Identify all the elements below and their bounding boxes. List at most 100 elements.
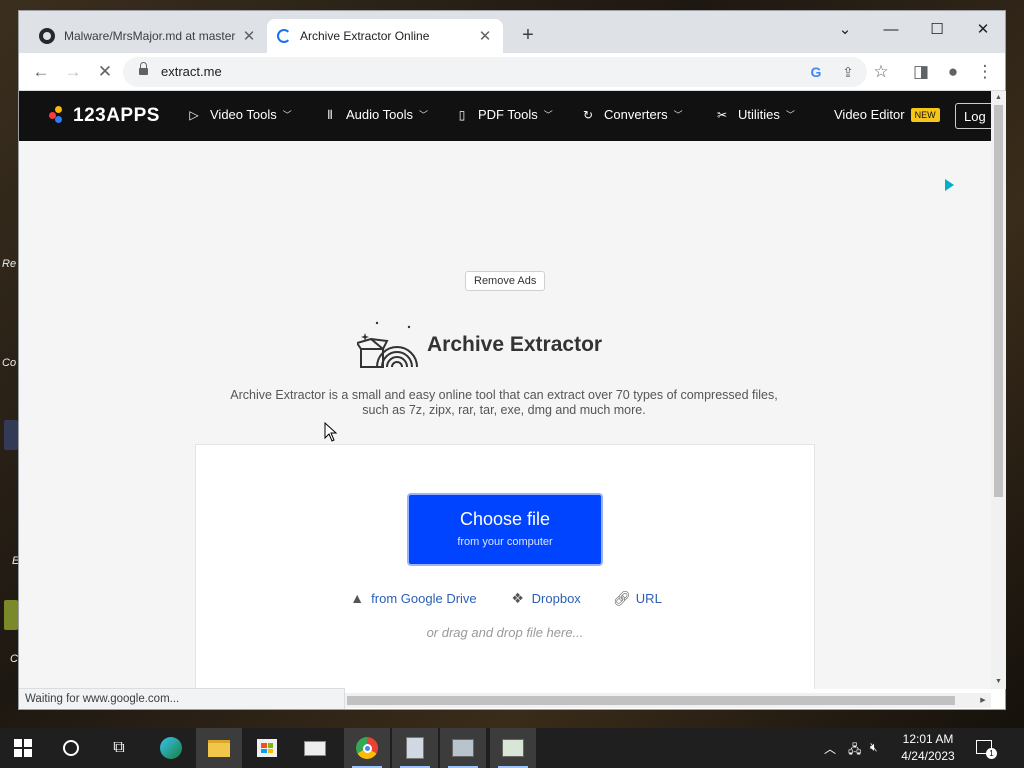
- tab-strip: Malware/MrsMajor.md at master ✕ Archive …: [19, 11, 1005, 53]
- profile-avatar-icon[interactable]: ●: [941, 60, 965, 84]
- forward-button[interactable]: →: [61, 60, 85, 84]
- show-hidden-icons-chevron-icon[interactable]: ︿: [824, 740, 836, 757]
- tab-search-icon[interactable]: ⌄: [827, 16, 863, 44]
- tab-archive-extractor[interactable]: Archive Extractor Online ✕: [267, 19, 503, 53]
- action-center-button[interactable]: 1: [976, 738, 997, 759]
- scroll-right-arrow[interactable]: ▶: [977, 693, 989, 708]
- scrollbar-thumb[interactable]: [347, 696, 955, 705]
- taskbar-store[interactable]: [244, 728, 290, 768]
- share-icon[interactable]: ⇪: [837, 61, 859, 83]
- loading-spinner-icon: [277, 29, 291, 43]
- close-tab-icon[interactable]: ✕: [241, 27, 257, 45]
- vertical-scrollbar[interactable]: ▲ ▼: [991, 91, 1006, 689]
- nav-label: Converters: [604, 107, 668, 122]
- tab-title: Malware/MrsMajor.md at master: [64, 29, 236, 43]
- desktop-app-icon[interactable]: [4, 420, 18, 450]
- desktop-app-icon[interactable]: [4, 600, 18, 630]
- google-drive-link[interactable]: ▲ from Google Drive: [348, 589, 476, 607]
- convert-icon: ↻: [582, 107, 594, 122]
- search-button[interactable]: [48, 728, 94, 768]
- taskbar-mail[interactable]: [292, 728, 338, 768]
- nav-pdf-tools[interactable]: ▯ PDF Tools ﹀: [455, 107, 553, 122]
- scroll-down-arrow[interactable]: ▼: [991, 675, 1006, 689]
- url-link[interactable]: 🔗︎ URL: [613, 589, 662, 607]
- login-button[interactable]: Log: [955, 103, 991, 129]
- nav-utilities[interactable]: ✂ Utilities ﹀: [715, 107, 795, 122]
- close-tab-icon[interactable]: ✕: [477, 27, 493, 45]
- upload-panel[interactable]: Choose file from your computer ▲ from Go…: [195, 444, 815, 689]
- address-bar[interactable]: extract.me G ⇪: [123, 57, 867, 87]
- google-lens-icon[interactable]: G: [805, 61, 827, 83]
- monitor-app-icon: [452, 739, 474, 757]
- chrome-icon: [356, 737, 378, 759]
- dropbox-link[interactable]: ❖ Dropbox: [509, 589, 581, 607]
- new-badge: NEW: [910, 107, 940, 122]
- source-label: Dropbox: [531, 590, 581, 606]
- source-label: from Google Drive: [371, 590, 477, 606]
- alternate-sources: ▲ from Google Drive ❖ Dropbox 🔗︎ URL: [196, 589, 814, 607]
- taskbar-chrome[interactable]: [344, 728, 390, 768]
- logo-dots-icon: [49, 106, 69, 126]
- nav-label: Utilities: [738, 107, 780, 122]
- network-icon[interactable]: 🖧︎: [848, 740, 861, 761]
- play-icon: ▷: [189, 107, 199, 122]
- clock-time: 12:01 AM: [902, 732, 954, 746]
- taskbar-app-2[interactable]: [440, 728, 486, 768]
- video-editor-link[interactable]: Video Editor NEW: [834, 107, 940, 122]
- page-title: Archive Extractor: [427, 333, 603, 356]
- chevron-down-icon: ﹀: [673, 110, 683, 120]
- system-clock[interactable]: 12:01 AM 4/24/2023: [890, 731, 966, 765]
- tab-github[interactable]: Malware/MrsMajor.md at master ✕: [29, 19, 267, 53]
- status-bubble: Waiting for www.google.com...: [19, 688, 345, 709]
- minimize-button[interactable]: —: [873, 16, 909, 44]
- page-viewport: 123APPS ▷ Video Tools ﹀ ⫴ Audio Tools ﹀ …: [19, 91, 991, 689]
- stop-loading-button[interactable]: ✕: [93, 60, 117, 84]
- choose-file-button[interactable]: Choose file from your computer: [407, 493, 603, 566]
- link-icon: 🔗︎: [612, 590, 631, 606]
- close-window-button[interactable]: ✕: [965, 16, 1001, 44]
- taskbar-file-explorer[interactable]: [196, 728, 242, 768]
- lock-icon[interactable]: [139, 62, 148, 77]
- horizontal-scrollbar[interactable]: ▶: [345, 693, 991, 708]
- site-logo[interactable]: 123APPS: [49, 105, 160, 127]
- task-view-button[interactable]: ⧉: [96, 728, 142, 768]
- window-app-icon: [502, 739, 524, 757]
- clock-date: 4/24/2023: [901, 749, 955, 763]
- taskbar: ⧉ ︿ 🖧︎ 🔇︎ 12:01 AM 4/24/2023 1: [0, 728, 1024, 768]
- ad-choices-icon[interactable]: [945, 179, 954, 191]
- browser-toolbar: ← → ✕ extract.me G ⇪ ☆ ◨ ● ⋮: [19, 53, 1005, 91]
- nav-label: PDF Tools: [478, 107, 538, 122]
- nav-audio-tools[interactable]: ⫴ Audio Tools ﹀: [323, 107, 428, 122]
- drag-drop-hint: or drag and drop file here...: [426, 625, 584, 640]
- desktop-icon-label[interactable]: Co: [2, 357, 16, 369]
- tool-description: Archive Extractor is a small and easy on…: [230, 388, 778, 417]
- taskbar-app-3[interactable]: [490, 728, 536, 768]
- start-button[interactable]: [0, 728, 46, 768]
- taskbar-edge[interactable]: [148, 728, 194, 768]
- remove-ads-button[interactable]: Remove Ads: [465, 271, 546, 291]
- scroll-up-arrow[interactable]: ▲: [991, 91, 1006, 105]
- chevron-down-icon: ﹀: [282, 110, 292, 120]
- desktop-icon-label[interactable]: Re: [2, 258, 16, 270]
- logo-text: 123APPS: [73, 105, 160, 126]
- github-icon: [39, 28, 55, 44]
- desktop-icon-label[interactable]: C: [10, 653, 18, 665]
- nav-video-tools[interactable]: ▷ Video Tools ﹀: [187, 107, 292, 122]
- nav-label: Video Tools: [210, 107, 277, 122]
- side-panel-icon[interactable]: ◨: [909, 60, 933, 84]
- new-tab-button[interactable]: +: [517, 24, 539, 46]
- taskbar-app-1[interactable]: [392, 728, 438, 768]
- maximize-button[interactable]: ☐: [919, 16, 955, 44]
- bookmark-star-icon[interactable]: ☆: [869, 60, 893, 84]
- scrollbar-thumb[interactable]: [994, 105, 1003, 497]
- nav-label: Audio Tools: [346, 107, 413, 122]
- back-button[interactable]: ←: [29, 60, 53, 84]
- nav-converters[interactable]: ↻ Converters ﹀: [581, 107, 683, 122]
- url-text[interactable]: extract.me: [161, 64, 222, 79]
- mail-icon: [304, 740, 326, 756]
- mouse-cursor-icon: [324, 422, 338, 442]
- search-circle-icon: [63, 740, 79, 756]
- volume-muted-icon[interactable]: 🔇︎: [870, 740, 878, 755]
- chrome-menu-icon[interactable]: ⋮: [973, 60, 997, 84]
- windows-logo-icon: [14, 739, 32, 757]
